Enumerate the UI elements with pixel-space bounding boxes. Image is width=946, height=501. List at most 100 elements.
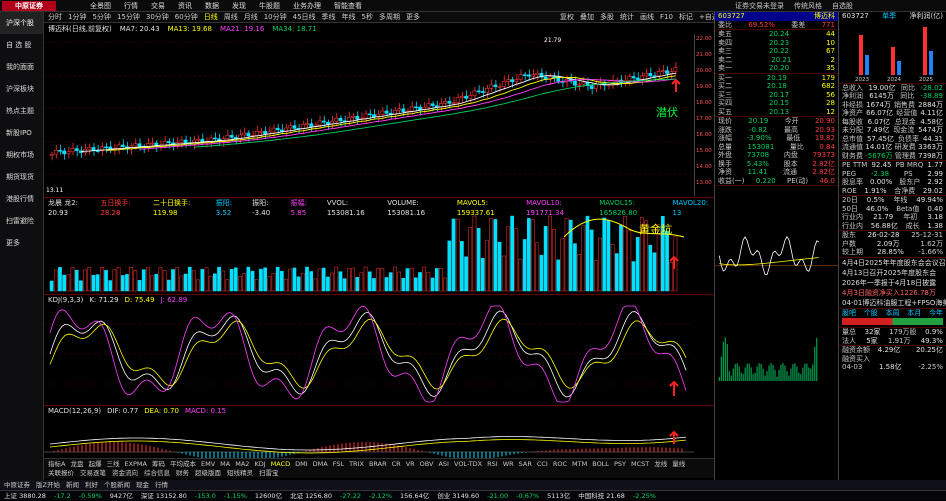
indicator-tab[interactable]: 平均成本 xyxy=(170,459,196,468)
indicator-tab[interactable]: MA xyxy=(220,459,230,468)
indicator-tab[interactable]: 起爆 xyxy=(88,459,101,468)
status-item[interactable]: 新闻 xyxy=(66,480,79,490)
period-tab[interactable]: 5秒 xyxy=(362,12,373,22)
indicator-tab[interactable]: BRAR xyxy=(369,459,387,468)
period-tab[interactable]: 日线 xyxy=(204,12,218,22)
tool-button[interactable]: 标记 xyxy=(679,12,693,23)
menu-item[interactable]: 牛股题 xyxy=(259,0,280,12)
bid-row[interactable]: 买四 20.15 28 xyxy=(715,99,838,108)
status-item[interactable]: 中原证券 xyxy=(4,480,30,490)
bottom-tab[interactable]: 扫雷宝 xyxy=(259,468,279,478)
indicator-tab[interactable]: MCST xyxy=(631,459,649,468)
period-tab[interactable]: 月线 xyxy=(244,12,258,22)
indicator-tab[interactable]: RSI xyxy=(487,459,498,468)
bottom-tab[interactable]: 关联报价 xyxy=(48,468,74,478)
indicator-tab[interactable]: MA2 xyxy=(235,459,249,468)
indicator-tab[interactable]: KDJ xyxy=(254,459,265,468)
sidebar-item[interactable]: 自 选 股 xyxy=(0,34,43,56)
period-tab[interactable]: 1分钟 xyxy=(68,12,86,22)
menu-item[interactable]: 数据 xyxy=(205,0,219,12)
period-tab[interactable]: 5分钟 xyxy=(92,12,110,22)
kdj-chart[interactable] xyxy=(44,304,694,404)
watchlist-link[interactable]: 自选股 xyxy=(832,0,853,12)
period-tab[interactable]: 季线 xyxy=(322,12,336,22)
tool-button[interactable]: 画线 xyxy=(640,12,654,23)
period-tab[interactable]: 更多 xyxy=(406,12,420,22)
indicator-tab[interactable]: SAR xyxy=(519,459,532,468)
indicator-tab[interactable]: MTM xyxy=(572,459,587,468)
sidebar-item[interactable]: 扫雷避险 xyxy=(0,210,43,232)
status-item[interactable]: 行情 xyxy=(155,480,168,490)
sidebar-item[interactable]: 沪深个股 xyxy=(0,12,43,34)
menu-item[interactable]: 智能查看 xyxy=(334,0,362,12)
bottom-tab[interactable]: 交易逐笔 xyxy=(80,468,106,478)
indicator-tab[interactable]: 三线 xyxy=(106,459,119,468)
ask-row[interactable]: 卖五 20.24 44 xyxy=(715,30,838,39)
indicator-tab[interactable]: 龙盘 xyxy=(70,459,83,468)
news-item[interactable]: 4月4日2025年年度股东会会议召... xyxy=(839,258,946,268)
ask-row[interactable]: 卖一 20.20 35 xyxy=(715,64,838,73)
indicator-tab[interactable]: 筹码 xyxy=(152,459,165,468)
indicator-tab[interactable]: VOL-TDX xyxy=(454,459,482,468)
news-item[interactable]: 4月3日融资净买入1226.78万 xyxy=(839,288,946,298)
sidebar-item[interactable]: 期货现货 xyxy=(0,166,43,188)
tool-button[interactable]: 叠加 xyxy=(580,12,594,23)
indicator-tab[interactable]: 龙线 xyxy=(654,459,667,468)
bottom-tab[interactable]: 短线精灵 xyxy=(227,468,253,478)
status-item[interactable]: 利好 xyxy=(85,480,98,490)
menu-item[interactable]: 业务办理 xyxy=(293,0,321,12)
period-tab[interactable]: 分时 xyxy=(48,12,62,22)
news-item[interactable]: 2026年一季报于4月18日披露 xyxy=(839,278,946,288)
bottom-tab[interactable]: 超级版面 xyxy=(195,468,221,478)
indicator-tab[interactable]: TRIX xyxy=(349,459,364,468)
sidebar-item[interactable]: 沪深板块 xyxy=(0,78,43,100)
bid-row[interactable]: 买三 20.17 56 xyxy=(715,91,838,100)
indicator-tab[interactable]: ASI xyxy=(438,459,449,468)
indicator-tab[interactable]: VR xyxy=(406,459,415,468)
period-tab[interactable]: 多周期 xyxy=(379,12,400,22)
login-status[interactable]: 证券交易未登录 xyxy=(735,0,784,12)
indicator-tab[interactable]: EXPMA xyxy=(124,459,147,468)
bottom-tab[interactable]: 综合信息 xyxy=(144,468,170,478)
indicator-tab[interactable]: MACD xyxy=(271,459,290,468)
menu-item[interactable]: 资讯 xyxy=(178,0,192,12)
sidebar-item[interactable]: 港股行情 xyxy=(0,188,43,210)
bid-row[interactable]: 买二 20.18 682 xyxy=(715,82,838,91)
menu-item[interactable]: 交易 xyxy=(151,0,165,12)
ask-row[interactable]: 卖三 20.22 67 xyxy=(715,47,838,56)
flow-tab[interactable]: 个股 xyxy=(864,309,878,317)
menu-item[interactable]: 行情 xyxy=(124,0,138,12)
menu-item[interactable]: 发现 xyxy=(232,0,246,12)
tool-button[interactable]: 复权 xyxy=(560,12,574,23)
style-toggle[interactable]: 传统风格 xyxy=(794,0,822,12)
indicator-tab[interactable]: EMV xyxy=(201,459,215,468)
period-tab[interactable]: 15分钟 xyxy=(117,12,140,22)
period-tab[interactable]: 年线 xyxy=(342,12,356,22)
indicator-tab[interactable]: CR xyxy=(392,459,401,468)
indicator-tab[interactable]: 指标A xyxy=(48,459,65,468)
bid-row[interactable]: 买一 20.19 179 xyxy=(715,74,838,83)
period-tab[interactable]: 10分钟 xyxy=(264,12,287,22)
flow-tab[interactable]: 股吧 xyxy=(842,309,856,317)
sidebar-item[interactable]: 新股IPO xyxy=(0,122,43,144)
indicator-tab[interactable]: 量线 xyxy=(672,459,685,468)
period-tab[interactable]: 30分钟 xyxy=(146,12,169,22)
ask-row[interactable]: 卖二 20.21 2 xyxy=(715,56,838,65)
bottom-tab[interactable]: 财务 xyxy=(176,468,189,478)
intraday-chart[interactable] xyxy=(715,185,839,385)
status-item[interactable]: 现金 xyxy=(136,480,149,490)
status-item[interactable]: 个股新闻 xyxy=(104,480,130,490)
indicator-tab[interactable]: DMI xyxy=(295,459,308,468)
bottom-tab[interactable]: 资金流向 xyxy=(112,468,138,478)
news-item[interactable]: 4月13日召开2025年度股东会 xyxy=(839,268,946,278)
indicator-tab[interactable]: ROC xyxy=(553,459,567,468)
indicator-tab[interactable]: CCI xyxy=(537,459,548,468)
period-tab[interactable]: 60分钟 xyxy=(175,12,198,22)
flow-tab[interactable]: 今年 xyxy=(929,309,943,317)
period-tab[interactable]: 周线 xyxy=(224,12,238,22)
tool-button[interactable]: F10 xyxy=(660,12,673,23)
tool-button[interactable]: 统计 xyxy=(620,12,634,23)
indicator-tab[interactable]: WR xyxy=(503,459,514,468)
status-item[interactable]: 版Z开始 xyxy=(36,480,60,490)
menu-item[interactable]: 全景图 xyxy=(90,0,111,12)
